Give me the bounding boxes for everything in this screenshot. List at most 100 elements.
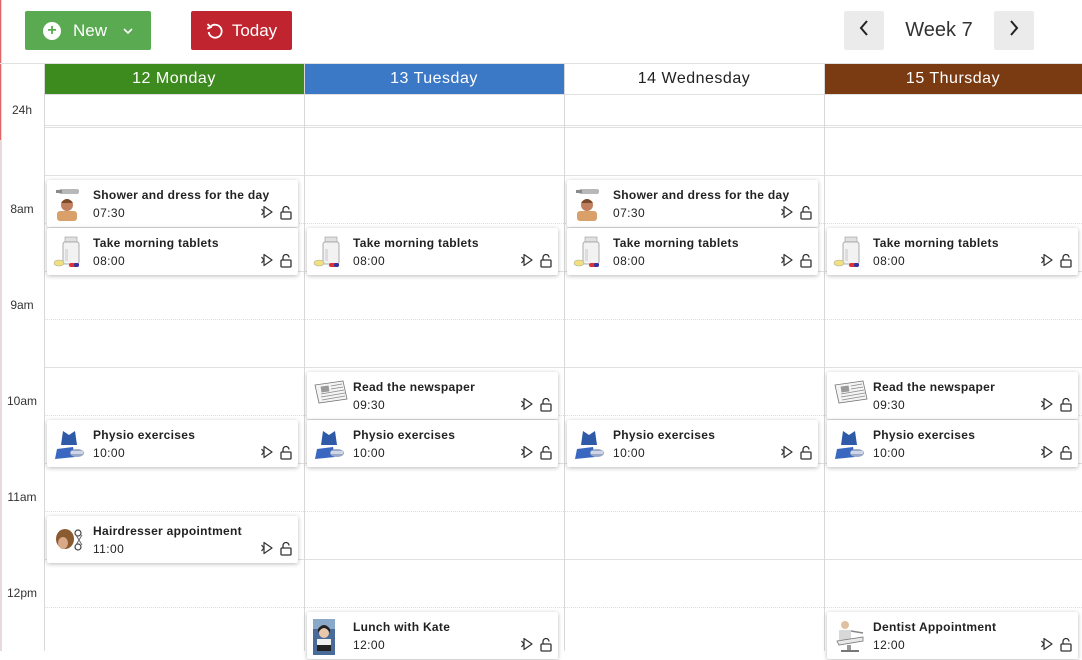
- event-card[interactable]: Take morning tablets 08:00: [567, 228, 818, 275]
- grid-line: [44, 127, 1082, 128]
- event-time: 12:00: [873, 638, 906, 652]
- event-title: Take morning tablets: [353, 236, 479, 250]
- new-button-label: New: [72, 20, 107, 40]
- event-card[interactable]: Physio exercises 10:00: [307, 420, 558, 467]
- lock-icon[interactable]: [1060, 637, 1072, 652]
- hairdresser-icon: [53, 523, 85, 557]
- event-card[interactable]: Dentist Appointment 12:00: [827, 612, 1078, 659]
- day-header[interactable]: 15 Thursday: [824, 64, 1082, 94]
- lock-icon[interactable]: [1060, 253, 1072, 268]
- lock-icon[interactable]: [800, 445, 812, 460]
- event-card[interactable]: Shower and dress for the day 07:30: [47, 180, 298, 227]
- alarm-icon[interactable]: [1040, 637, 1054, 652]
- event-actions: [260, 205, 292, 220]
- lock-icon[interactable]: [1060, 397, 1072, 412]
- event-time: 10:00: [93, 446, 126, 460]
- alarm-icon[interactable]: [780, 253, 794, 268]
- event-card[interactable]: Lunch with Kate 12:00: [307, 612, 558, 659]
- grid-top-border: [0, 63, 1082, 64]
- event-time: 08:00: [873, 254, 906, 268]
- grid-line: [44, 367, 1082, 368]
- event-title: Read the newspaper: [353, 380, 476, 394]
- event-time: 10:00: [873, 446, 906, 460]
- day-header[interactable]: 12 Monday: [44, 64, 304, 94]
- event-title: Shower and dress for the day: [613, 188, 790, 202]
- alarm-icon[interactable]: [260, 253, 274, 268]
- event-actions: [520, 445, 552, 460]
- event-time: 12:00: [353, 638, 386, 652]
- lock-icon[interactable]: [540, 637, 552, 652]
- event-card[interactable]: Take morning tablets 08:00: [307, 228, 558, 275]
- event-time: 11:00: [93, 542, 125, 556]
- tablets-icon: [833, 235, 865, 269]
- event-title: Dentist Appointment: [873, 620, 997, 634]
- dentist-icon: [833, 619, 865, 653]
- event-actions: [520, 253, 552, 268]
- lock-icon[interactable]: [280, 445, 292, 460]
- event-card[interactable]: Read the newspaper 09:30: [307, 372, 558, 419]
- new-button[interactable]: + New: [25, 11, 151, 50]
- tablets-icon: [313, 235, 345, 269]
- event-actions: [1040, 397, 1072, 412]
- event-card[interactable]: Take morning tablets 08:00: [47, 228, 298, 275]
- event-card[interactable]: Physio exercises 10:00: [827, 420, 1078, 467]
- newspaper-icon: [313, 379, 348, 413]
- event-card[interactable]: Take morning tablets 08:00: [827, 228, 1078, 275]
- lock-icon[interactable]: [1060, 445, 1072, 460]
- alarm-icon[interactable]: [520, 637, 534, 652]
- alarm-icon[interactable]: [520, 445, 534, 460]
- grid-line: [44, 319, 1082, 320]
- event-title: Read the newspaper: [873, 380, 996, 394]
- previous-week-button[interactable]: [844, 11, 884, 50]
- alarm-icon[interactable]: [520, 397, 534, 412]
- alarm-icon[interactable]: [1040, 397, 1054, 412]
- hour-label: 10am: [6, 394, 38, 408]
- alarm-icon[interactable]: [1040, 445, 1054, 460]
- alarm-icon[interactable]: [260, 541, 274, 556]
- event-actions: [1040, 253, 1072, 268]
- event-time: 08:00: [93, 254, 126, 268]
- event-card[interactable]: Hairdresser appointment 11:00: [47, 516, 298, 563]
- hour-label: 24h: [11, 103, 33, 117]
- alarm-icon[interactable]: [1040, 253, 1054, 268]
- alarm-icon[interactable]: [780, 445, 794, 460]
- today-button[interactable]: Today: [191, 11, 292, 50]
- alarm-icon[interactable]: [260, 205, 274, 220]
- grid-line: [44, 175, 1082, 176]
- event-time: 10:00: [613, 446, 646, 460]
- event-actions: [260, 541, 292, 556]
- shower-icon: [573, 187, 605, 221]
- event-card[interactable]: Physio exercises 10:00: [567, 420, 818, 467]
- plus-circle-icon: +: [42, 21, 61, 40]
- event-time: 07:30: [93, 206, 126, 220]
- day-header[interactable]: 13 Tuesday: [304, 64, 564, 94]
- event-actions: [780, 445, 812, 460]
- event-card[interactable]: Read the newspaper 09:30: [827, 372, 1078, 419]
- lock-icon[interactable]: [800, 205, 812, 220]
- lock-icon[interactable]: [540, 253, 552, 268]
- event-card[interactable]: Physio exercises 10:00: [47, 420, 298, 467]
- event-title: Shower and dress for the day: [93, 188, 270, 202]
- today-button-label: Today: [231, 20, 278, 40]
- alarm-icon[interactable]: [260, 445, 274, 460]
- hour-label: 8am: [10, 202, 34, 216]
- tablets-icon: [573, 235, 605, 269]
- event-card[interactable]: Shower and dress for the day 07:30: [567, 180, 818, 227]
- lock-icon[interactable]: [280, 541, 292, 556]
- event-actions: [780, 253, 812, 268]
- lock-icon[interactable]: [540, 397, 552, 412]
- lock-icon[interactable]: [800, 253, 812, 268]
- event-actions: [1040, 637, 1072, 652]
- tablets-icon: [53, 235, 85, 269]
- lock-icon[interactable]: [540, 445, 552, 460]
- lock-icon[interactable]: [280, 253, 292, 268]
- grid-line: [44, 125, 1082, 126]
- next-week-button[interactable]: [994, 11, 1034, 50]
- alarm-icon[interactable]: [780, 205, 794, 220]
- newspaper-icon: [833, 379, 868, 413]
- column-divider: [44, 63, 45, 651]
- lock-icon[interactable]: [280, 205, 292, 220]
- day-header[interactable]: 14 Wednesday: [564, 64, 824, 94]
- alarm-icon[interactable]: [520, 253, 534, 268]
- hour-label: 9am: [10, 298, 34, 312]
